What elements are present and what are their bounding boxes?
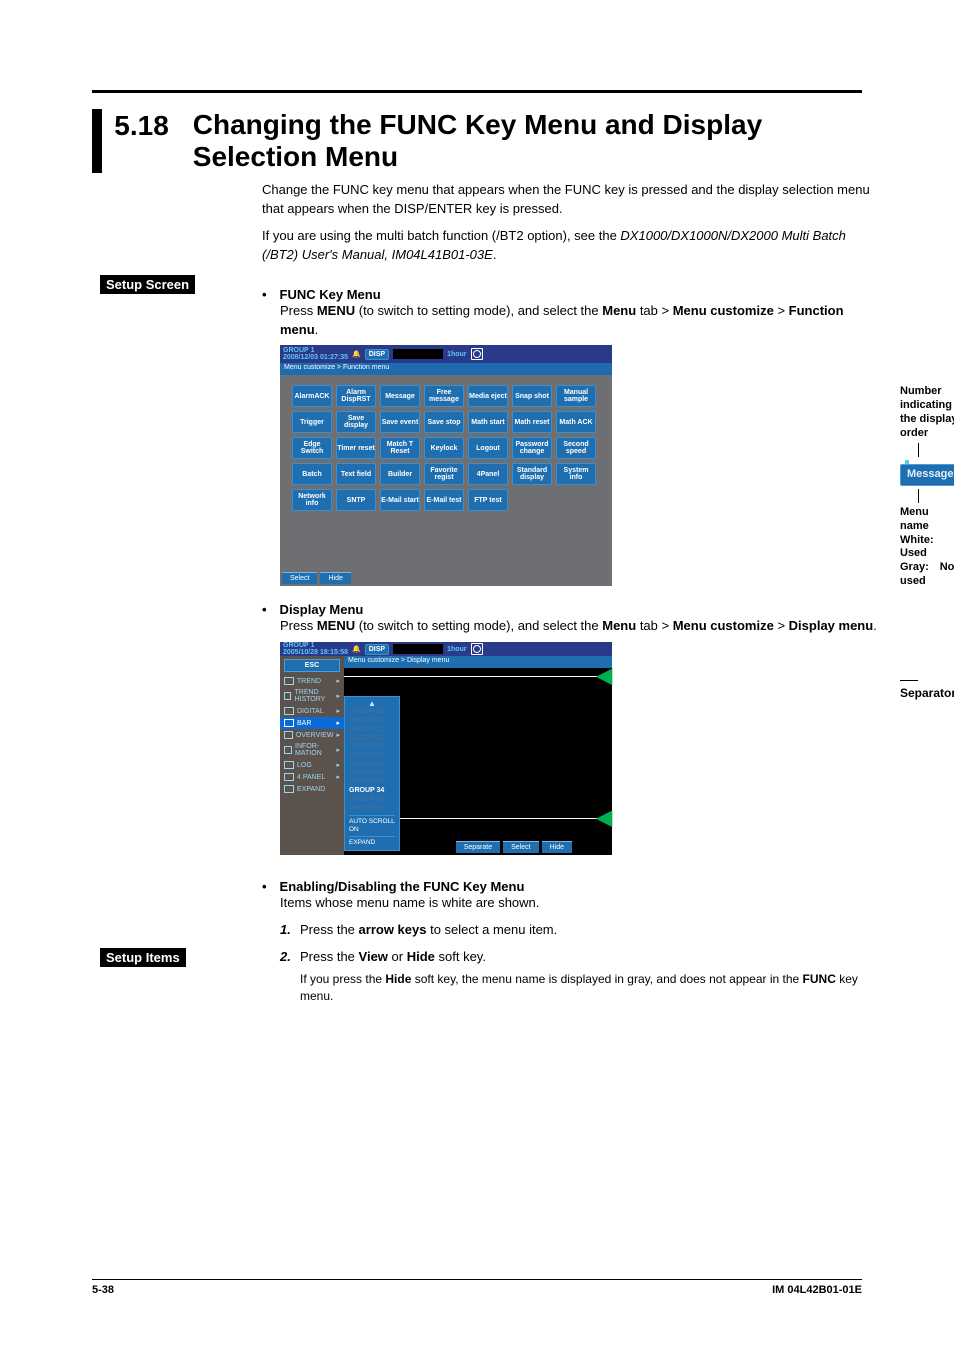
group-option[interactable]: GROUP 29 bbox=[349, 743, 395, 752]
callout-message-button: Message bbox=[900, 464, 954, 486]
step-2-note: If you press the Hide soft key, the menu… bbox=[300, 971, 882, 1006]
clock-icon bbox=[471, 643, 483, 655]
func-menu-button[interactable]: Media eject bbox=[468, 385, 508, 407]
disp-button[interactable]: DISP bbox=[365, 644, 389, 655]
group-option[interactable]: GROUP 27 bbox=[349, 726, 395, 735]
callout-separator: Separator bbox=[900, 686, 954, 700]
func-menu-button[interactable]: Text field bbox=[336, 463, 376, 485]
func-menu-button[interactable]: Alarm DispRST bbox=[336, 385, 376, 407]
display-list-item[interactable]: INFOR-MATION ▸ bbox=[280, 741, 344, 759]
section-title: Changing the FUNC Key Menu and Display S… bbox=[193, 109, 862, 173]
func-menu-button[interactable]: Edge Switch bbox=[292, 437, 332, 459]
func-menu-button[interactable]: Logout bbox=[468, 437, 508, 459]
func-menu-screenshot: GROUP 12008/12/03 01:27:35 🔔 DISP 1hour … bbox=[280, 345, 612, 586]
step-1: 1.Press the arrow keys to select a menu … bbox=[280, 921, 882, 940]
intro-text-1: Change the FUNC key menu that appears wh… bbox=[262, 181, 882, 219]
setup-screen-label: Setup Screen bbox=[100, 275, 195, 294]
disp-button[interactable]: DISP bbox=[365, 349, 389, 360]
group-option[interactable]: GROUP 26 bbox=[349, 717, 395, 726]
display-list-item[interactable]: TREND ▸ bbox=[280, 675, 344, 687]
func-menu-button[interactable]: Message bbox=[380, 385, 420, 407]
func-menu-button[interactable]: Save event bbox=[380, 411, 420, 433]
func-menu-button[interactable]: Math reset bbox=[512, 411, 552, 433]
enable-head: • Enabling/Disabling the FUNC Key Menu bbox=[262, 879, 882, 894]
func-menu-button[interactable]: Builder bbox=[380, 463, 420, 485]
soft-select[interactable]: Select bbox=[503, 841, 538, 853]
alarm-icon: 🔔 bbox=[352, 645, 361, 653]
func-menu-button[interactable]: Free message bbox=[424, 385, 464, 407]
breadcrumb: Menu customize > Display menu bbox=[344, 656, 612, 668]
display-list-item[interactable]: BAR ▸ bbox=[280, 717, 344, 729]
page-number: 5-38 bbox=[92, 1284, 114, 1296]
section-number: 5.18 bbox=[114, 109, 169, 173]
func-menu-button[interactable]: SNTP bbox=[336, 489, 376, 511]
func-menu-button[interactable]: Keylock bbox=[424, 437, 464, 459]
func-menu-button[interactable]: E-Mail test bbox=[424, 489, 464, 511]
func-menu-button[interactable]: Trigger bbox=[292, 411, 332, 433]
display-menu-instr: Press MENU (to switch to setting mode), … bbox=[280, 617, 882, 636]
display-list-item[interactable]: TREND HISTORY ▸ bbox=[280, 687, 344, 705]
group-option[interactable]: GROUP 28 bbox=[349, 735, 395, 744]
func-menu-button[interactable]: Network info bbox=[292, 489, 332, 511]
callout-gray: Gray: Not used bbox=[900, 561, 954, 587]
func-menu-button[interactable]: Manual sample bbox=[556, 385, 596, 407]
func-menu-button[interactable]: Snap shot bbox=[512, 385, 552, 407]
soft-select[interactable]: Select bbox=[282, 572, 317, 584]
step-2: 2.Press the View or Hide soft key. bbox=[280, 948, 882, 967]
group-option[interactable]: GROUP 35 bbox=[349, 796, 395, 805]
func-key-menu-instr: Press MENU (to switch to setting mode), … bbox=[280, 302, 882, 340]
soft-separate[interactable]: Separate bbox=[456, 841, 500, 853]
group-option[interactable]: GROUP 25 bbox=[349, 708, 395, 717]
callout-menu-name: Menu name bbox=[900, 506, 929, 532]
setup-items-label: Setup Items bbox=[100, 948, 186, 967]
alarm-icon: 🔔 bbox=[352, 350, 361, 358]
func-menu-button[interactable]: Save display bbox=[336, 411, 376, 433]
esc-button[interactable]: ESC bbox=[284, 659, 340, 672]
soft-hide[interactable]: Hide bbox=[320, 572, 350, 584]
group-option[interactable]: GROUP 31 bbox=[349, 761, 395, 770]
breadcrumb: Menu customize > Function menu bbox=[280, 363, 612, 375]
display-list-item[interactable]: LOG ▸ bbox=[280, 759, 344, 771]
func-menu-button[interactable]: Math ACK bbox=[556, 411, 596, 433]
enable-sub: Items whose menu name is white are shown… bbox=[280, 894, 882, 913]
func-menu-button[interactable]: 4Panel bbox=[468, 463, 508, 485]
func-menu-button[interactable]: Batch bbox=[292, 463, 332, 485]
group-option[interactable]: GROUP 33 bbox=[349, 778, 395, 787]
func-menu-button[interactable]: FTP test bbox=[468, 489, 508, 511]
func-menu-button[interactable]: Password change bbox=[512, 437, 552, 459]
func-menu-button[interactable]: Math start bbox=[468, 411, 508, 433]
display-menu-head: • Display Menu bbox=[262, 602, 882, 617]
func-menu-button[interactable]: Save stop bbox=[424, 411, 464, 433]
display-list-item[interactable]: OVERVIEW ▸ bbox=[280, 729, 344, 741]
group-option[interactable]: GROUP 32 bbox=[349, 770, 395, 779]
func-menu-button[interactable]: System info bbox=[556, 463, 596, 485]
func-menu-button[interactable]: AlarmACK bbox=[292, 385, 332, 407]
intro-text-2: If you are using the multi batch functio… bbox=[262, 227, 882, 265]
callout-white: White: Used bbox=[900, 534, 934, 560]
func-menu-button[interactable]: E-Mail start bbox=[380, 489, 420, 511]
func-menu-button[interactable]: Second speed bbox=[556, 437, 596, 459]
group-option[interactable]: GROUP 36 bbox=[349, 805, 395, 814]
doc-id: IM 04L42B01-01E bbox=[772, 1284, 862, 1296]
callout-order: Number indicating the display order bbox=[900, 385, 954, 438]
func-menu-button[interactable]: Timer reset bbox=[336, 437, 376, 459]
group-option[interactable]: EXPAND bbox=[349, 836, 395, 847]
soft-hide[interactable]: Hide bbox=[542, 841, 572, 853]
group-option[interactable]: GROUP 30 bbox=[349, 752, 395, 761]
display-list-item[interactable]: 4 PANEL ▸ bbox=[280, 771, 344, 783]
group-option[interactable]: GROUP 34 bbox=[349, 787, 395, 796]
group-option[interactable]: AUTO SCROLL ON bbox=[349, 815, 395, 834]
func-menu-button[interactable]: Standard display bbox=[512, 463, 552, 485]
display-list-item[interactable]: EXPAND bbox=[280, 783, 344, 795]
clock-icon bbox=[471, 348, 483, 360]
func-key-menu-head: • FUNC Key Menu bbox=[262, 287, 882, 302]
func-menu-button[interactable]: Match T Reset bbox=[380, 437, 420, 459]
display-list-item[interactable]: DIGITAL ▸ bbox=[280, 705, 344, 717]
display-menu-screenshot: GROUP 12005/10/28 18:15:58 🔔 DISP 1hour … bbox=[280, 642, 612, 855]
func-menu-button[interactable]: Favorite regist bbox=[424, 463, 464, 485]
